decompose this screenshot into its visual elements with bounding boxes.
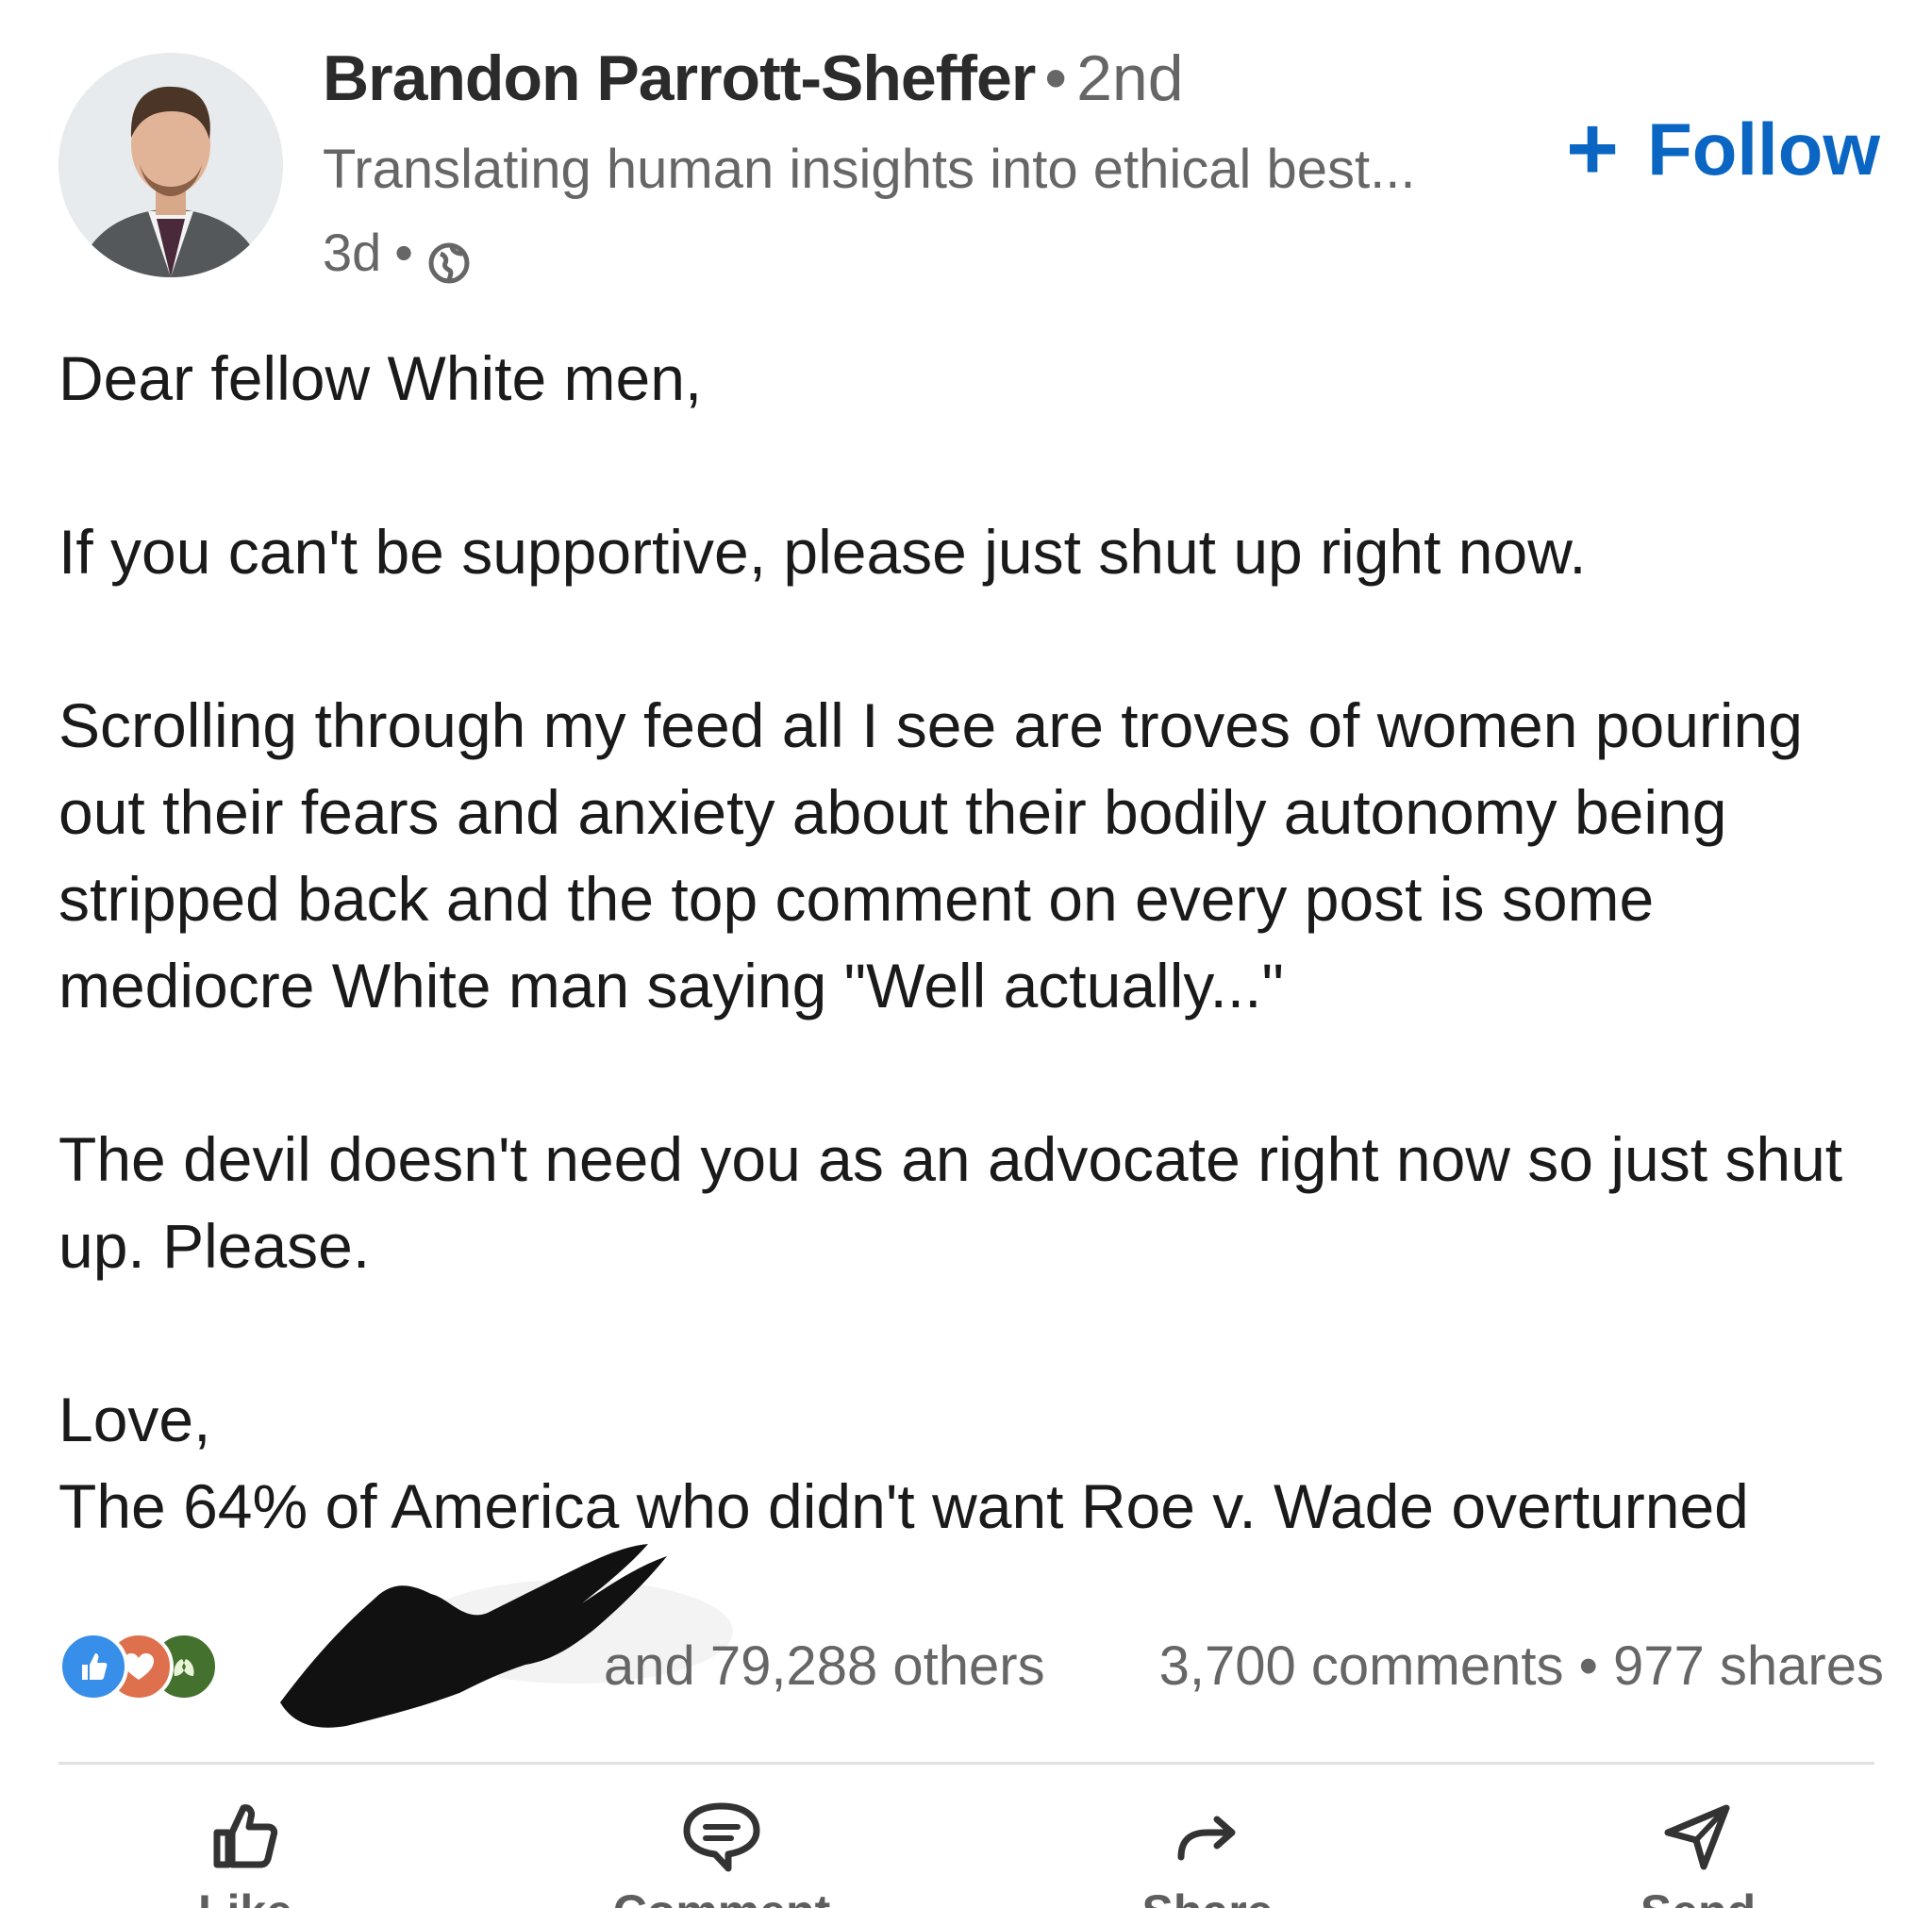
post-header: Brandon Parrott-Sheffer • 2nd Translating …: [0, 0, 1932, 302]
post-greeting: Dear fellow White men,: [58, 343, 703, 413]
follow-label: Follow: [1647, 108, 1881, 191]
author-avatar[interactable]: [58, 53, 283, 277]
author-name-line: Brandon Parrott-Sheffer • 2nd: [323, 36, 1184, 121]
like-icon: [58, 1632, 128, 1701]
avatar-photo: [58, 53, 283, 277]
thumbs-up-icon: [213, 1804, 278, 1868]
meta-separator: •: [394, 223, 413, 282]
post-paragraph: Scrolling through my feed all I see are …: [58, 690, 1803, 1020]
like-label: Like: [94, 1883, 396, 1908]
send-button[interactable]: Send: [1547, 1787, 1849, 1908]
social-counts: and 79,288 others 3,700 comments • 977 s…: [58, 1544, 1884, 1728]
comments-count[interactable]: 3,700 comments: [1159, 1635, 1564, 1697]
share-label: Share: [1057, 1883, 1358, 1908]
comment-label: Comment: [571, 1883, 873, 1908]
reaction-count[interactable]: and 79,288 others: [604, 1629, 1045, 1704]
name-separator: •: [1044, 42, 1068, 114]
post-signature: The 64% of America who didn't want Roe v…: [58, 1471, 1749, 1541]
globe-icon: [426, 230, 472, 284]
shares-count[interactable]: 977 shares: [1613, 1635, 1884, 1697]
action-bar-divider: [58, 1762, 1874, 1765]
post-meta: 3d •: [323, 215, 472, 290]
comment-icon: [683, 1802, 760, 1872]
plus-icon: +: [1566, 98, 1620, 199]
stats-separator: •: [1578, 1635, 1598, 1697]
post-signoff: Love,: [58, 1385, 211, 1454]
post-paragraph: If you can't be supportive, please just …: [58, 517, 1587, 587]
send-icon: [1664, 1804, 1730, 1870]
follow-button[interactable]: + Follow: [1566, 102, 1880, 196]
reaction-icons[interactable]: [58, 1632, 257, 1701]
post-paragraph: The devil doesn't need you as an advocat…: [58, 1124, 1843, 1281]
post-body: Dear fellow White men, If you can't be s…: [58, 335, 1898, 1550]
connection-degree: 2nd: [1076, 42, 1184, 114]
comment-button[interactable]: Comment: [571, 1787, 873, 1908]
post-age: 3d: [323, 223, 382, 282]
author-headline[interactable]: Translating human insights into ethical …: [323, 132, 1415, 207]
share-arrow-icon: [1177, 1816, 1236, 1861]
action-bar: Like Comment Share Send: [0, 1787, 1932, 1908]
engagement-stats: 3,700 comments • 977 shares: [1159, 1629, 1884, 1704]
like-button[interactable]: Like: [94, 1787, 396, 1908]
share-button[interactable]: Share: [1057, 1787, 1358, 1908]
send-label: Send: [1547, 1883, 1849, 1908]
author-name[interactable]: Brandon Parrott-Sheffer: [323, 42, 1036, 114]
